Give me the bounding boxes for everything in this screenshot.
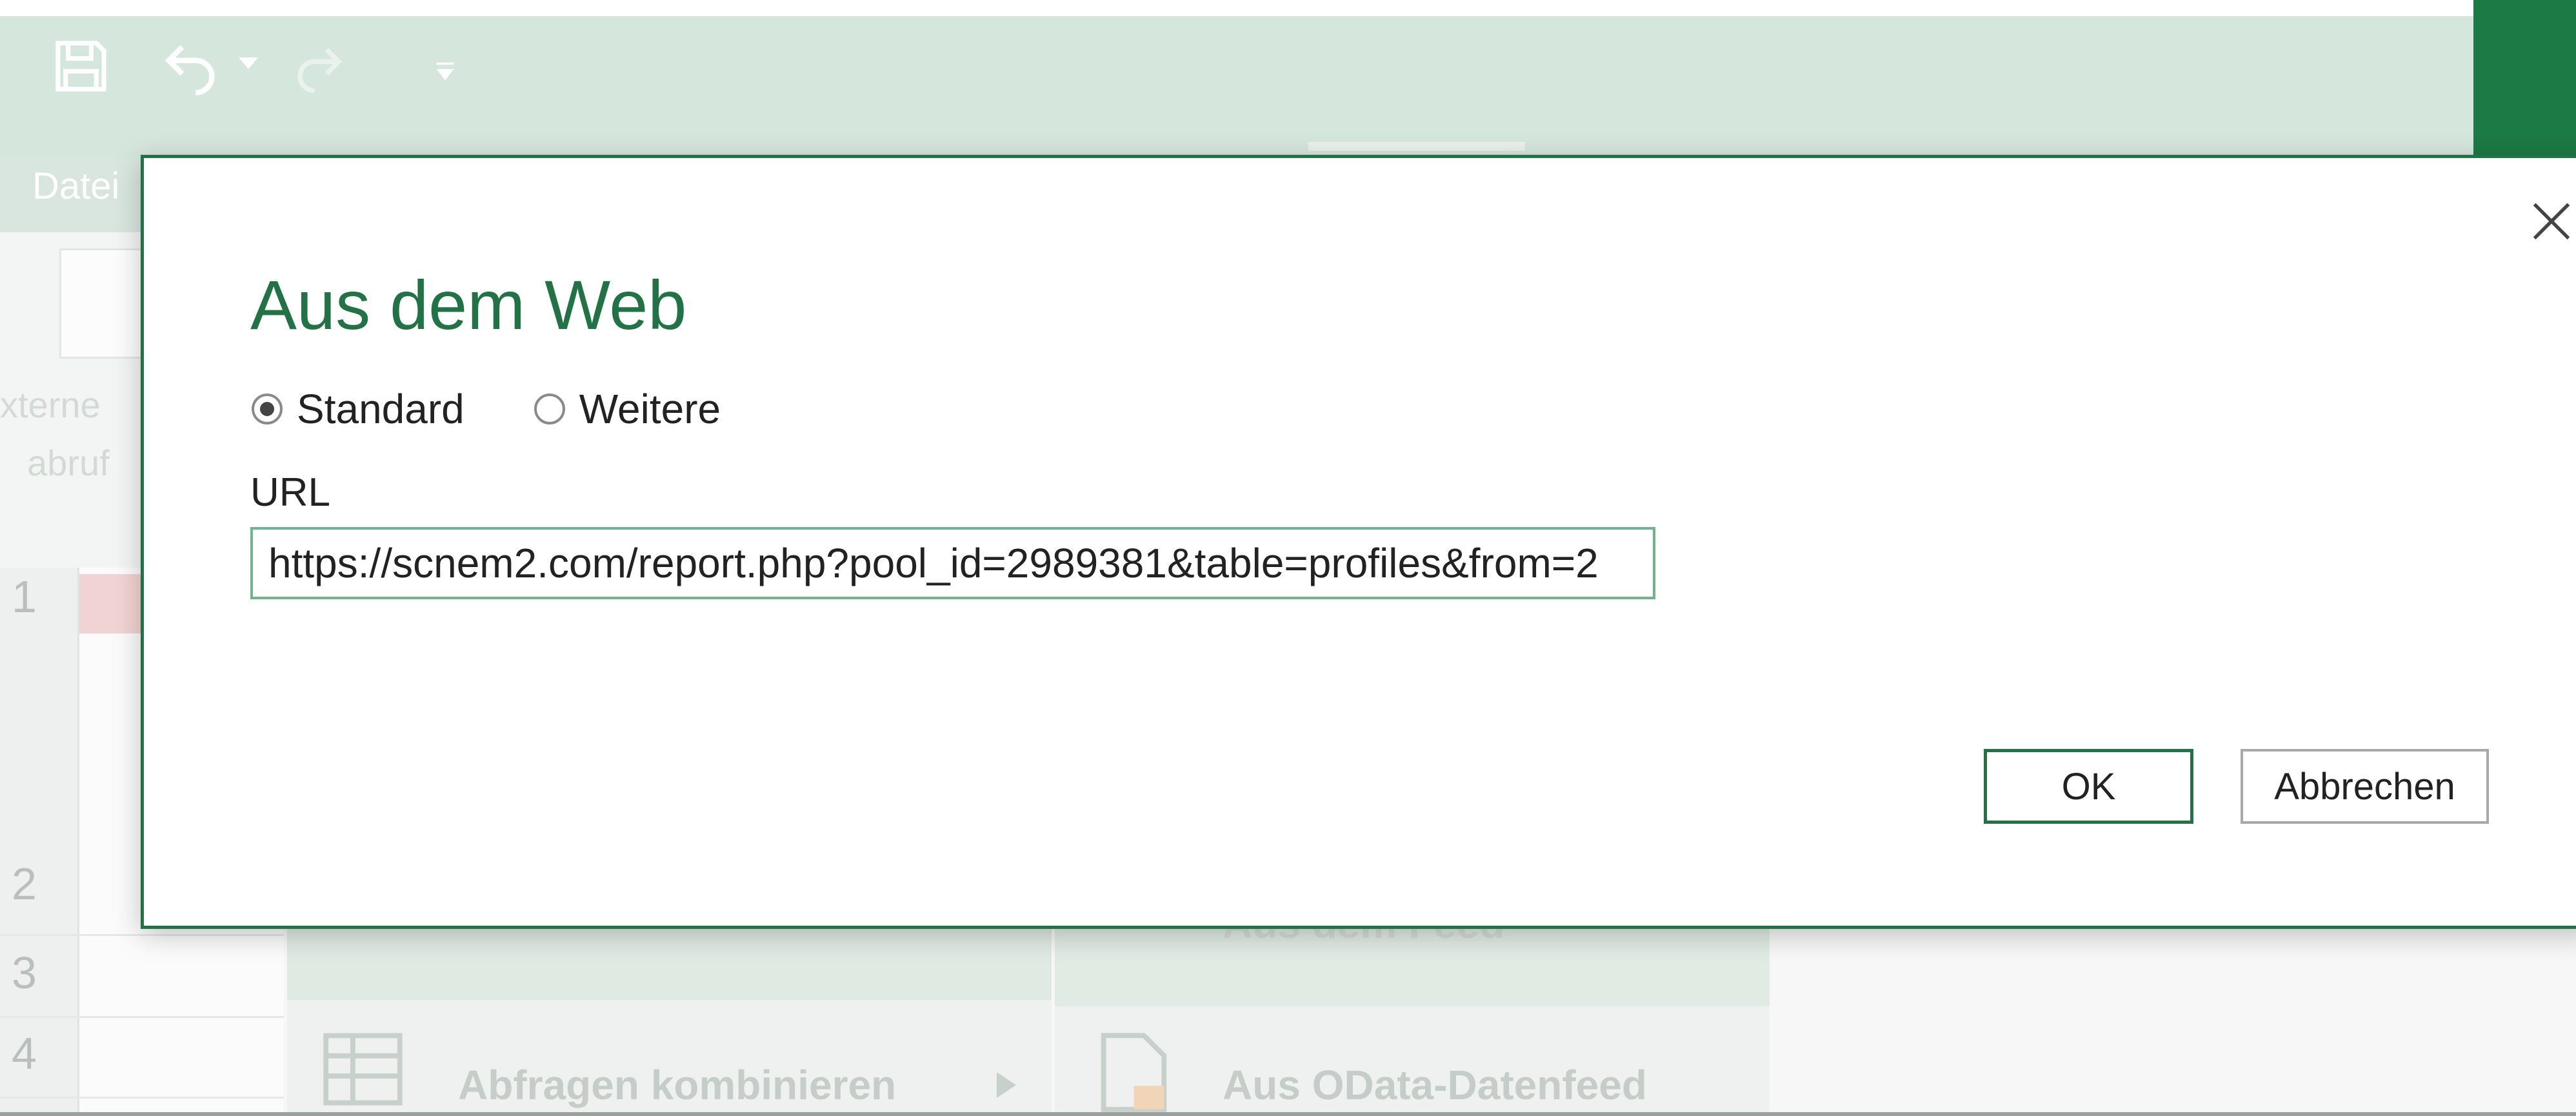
ribbon-tab-indicator [1308, 142, 1525, 151]
row-number: 1 [12, 572, 37, 622]
undo-icon[interactable] [158, 34, 223, 101]
menu-item-odata-feed[interactable]: Aus OData-Datenfeed [1223, 1061, 1647, 1109]
cancel-button[interactable]: Abbrechen [2241, 749, 2489, 824]
title-bar [0, 16, 2473, 158]
row-gridline [0, 934, 284, 936]
row-gridline [0, 1097, 284, 1099]
close-icon [2530, 200, 2573, 246]
undo-dropdown-icon[interactable] [239, 57, 258, 73]
radio-more-label: Weitere [579, 386, 721, 432]
row-gridline [0, 1016, 284, 1018]
mode-radio-group: Standard Weitere [252, 385, 721, 433]
top-edge [0, 0, 2576, 16]
menu-item-highlight [287, 929, 1052, 1000]
url-input[interactable] [250, 527, 1655, 599]
row-number: 4 [12, 1028, 37, 1079]
row-number: 3 [12, 948, 37, 998]
tab-file[interactable]: Datei [32, 164, 119, 208]
url-label: URL [250, 470, 331, 515]
combine-queries-icon [323, 1032, 403, 1110]
radio-standard-circle[interactable] [252, 394, 283, 424]
radio-standard[interactable]: Standard [252, 385, 464, 433]
radio-standard-label: Standard [297, 386, 464, 432]
odata-feed-icon [1097, 1032, 1171, 1116]
radio-more[interactable]: Weitere [534, 385, 721, 433]
redo-icon [290, 37, 348, 99]
radio-more-circle[interactable] [534, 394, 565, 424]
from-web-dialog: Aus dem Web Standard Weitere URL OK Abbr… [141, 155, 2576, 929]
save-icon[interactable] [50, 35, 112, 100]
ok-button[interactable]: OK [1984, 749, 2193, 824]
title-bar-accent [2473, 0, 2576, 158]
customize-qat-icon[interactable] [434, 59, 457, 88]
chevron-right-icon [997, 1072, 1016, 1101]
ribbon-label-line2: abruf [27, 443, 110, 483]
row-number: 2 [12, 859, 37, 909]
close-button[interactable] [2513, 184, 2576, 261]
menu-item-combine-queries[interactable]: Abfragen kombinieren [458, 1061, 896, 1109]
ribbon-label-line1: xterne [0, 384, 101, 425]
status-edge [0, 1112, 2576, 1116]
dialog-title: Aus dem Web [250, 266, 687, 344]
